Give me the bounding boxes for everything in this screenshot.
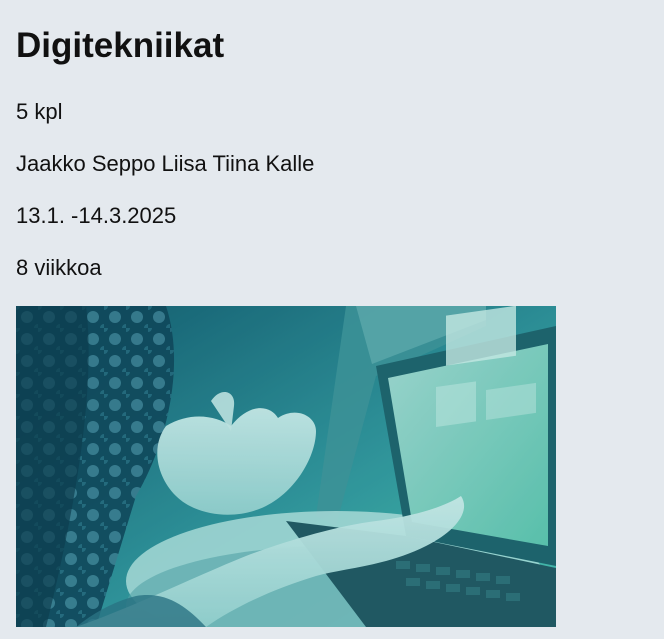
course-participants: Jaakko Seppo Liisa Tiina Kalle [16, 151, 315, 176]
course-title: Digitekniikat [16, 26, 225, 65]
course-image-illustration [16, 306, 556, 627]
course-image [16, 306, 556, 627]
course-duration: 8 viikkoa [16, 255, 102, 280]
course-count: 5 kpl [16, 99, 63, 124]
course-dates: 13.1. -14.3.2025 [16, 203, 177, 228]
